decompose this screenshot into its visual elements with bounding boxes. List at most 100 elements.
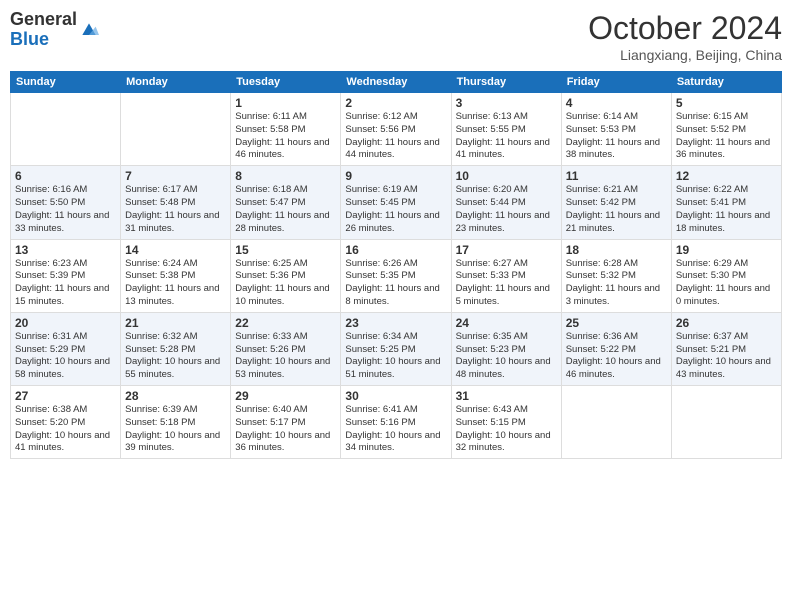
calendar-cell: 5Sunrise: 6:15 AM Sunset: 5:52 PM Daylig… <box>671 93 781 166</box>
calendar-cell: 6Sunrise: 6:16 AM Sunset: 5:50 PM Daylig… <box>11 166 121 239</box>
calendar-cell: 14Sunrise: 6:24 AM Sunset: 5:38 PM Dayli… <box>121 239 231 312</box>
calendar-cell: 29Sunrise: 6:40 AM Sunset: 5:17 PM Dayli… <box>231 386 341 459</box>
calendar-cell <box>561 386 671 459</box>
day-number: 21 <box>125 316 226 330</box>
day-info: Sunrise: 6:11 AM Sunset: 5:58 PM Dayligh… <box>235 111 336 162</box>
day-number: 11 <box>566 169 667 183</box>
day-info: Sunrise: 6:17 AM Sunset: 5:48 PM Dayligh… <box>125 184 226 235</box>
day-info: Sunrise: 6:33 AM Sunset: 5:26 PM Dayligh… <box>235 331 336 382</box>
day-number: 28 <box>125 389 226 403</box>
calendar-cell: 24Sunrise: 6:35 AM Sunset: 5:23 PM Dayli… <box>451 312 561 385</box>
calendar-cell: 17Sunrise: 6:27 AM Sunset: 5:33 PM Dayli… <box>451 239 561 312</box>
day-number: 15 <box>235 243 336 257</box>
day-info: Sunrise: 6:32 AM Sunset: 5:28 PM Dayligh… <box>125 331 226 382</box>
day-info: Sunrise: 6:37 AM Sunset: 5:21 PM Dayligh… <box>676 331 777 382</box>
calendar-header-saturday: Saturday <box>671 72 781 93</box>
calendar-cell: 16Sunrise: 6:26 AM Sunset: 5:35 PM Dayli… <box>341 239 451 312</box>
calendar-cell: 2Sunrise: 6:12 AM Sunset: 5:56 PM Daylig… <box>341 93 451 166</box>
day-number: 29 <box>235 389 336 403</box>
day-info: Sunrise: 6:34 AM Sunset: 5:25 PM Dayligh… <box>345 331 446 382</box>
day-number: 14 <box>125 243 226 257</box>
calendar-cell: 10Sunrise: 6:20 AM Sunset: 5:44 PM Dayli… <box>451 166 561 239</box>
day-number: 6 <box>15 169 116 183</box>
calendar-header-friday: Friday <box>561 72 671 93</box>
logo-general: General Blue <box>10 10 77 50</box>
day-number: 25 <box>566 316 667 330</box>
calendar-cell: 20Sunrise: 6:31 AM Sunset: 5:29 PM Dayli… <box>11 312 121 385</box>
title-section: October 2024 Liangxiang, Beijing, China <box>588 10 782 63</box>
calendar-week-3: 13Sunrise: 6:23 AM Sunset: 5:39 PM Dayli… <box>11 239 782 312</box>
calendar-table: SundayMondayTuesdayWednesdayThursdayFrid… <box>10 71 782 459</box>
day-info: Sunrise: 6:24 AM Sunset: 5:38 PM Dayligh… <box>125 258 226 309</box>
day-number: 31 <box>456 389 557 403</box>
calendar-cell: 30Sunrise: 6:41 AM Sunset: 5:16 PM Dayli… <box>341 386 451 459</box>
day-number: 19 <box>676 243 777 257</box>
calendar-header-sunday: Sunday <box>11 72 121 93</box>
day-number: 27 <box>15 389 116 403</box>
day-number: 23 <box>345 316 446 330</box>
day-info: Sunrise: 6:38 AM Sunset: 5:20 PM Dayligh… <box>15 404 116 455</box>
day-info: Sunrise: 6:28 AM Sunset: 5:32 PM Dayligh… <box>566 258 667 309</box>
day-number: 13 <box>15 243 116 257</box>
day-info: Sunrise: 6:36 AM Sunset: 5:22 PM Dayligh… <box>566 331 667 382</box>
day-info: Sunrise: 6:13 AM Sunset: 5:55 PM Dayligh… <box>456 111 557 162</box>
day-info: Sunrise: 6:39 AM Sunset: 5:18 PM Dayligh… <box>125 404 226 455</box>
day-info: Sunrise: 6:16 AM Sunset: 5:50 PM Dayligh… <box>15 184 116 235</box>
calendar-cell: 15Sunrise: 6:25 AM Sunset: 5:36 PM Dayli… <box>231 239 341 312</box>
day-number: 10 <box>456 169 557 183</box>
calendar-cell <box>11 93 121 166</box>
calendar-cell: 22Sunrise: 6:33 AM Sunset: 5:26 PM Dayli… <box>231 312 341 385</box>
calendar-cell: 11Sunrise: 6:21 AM Sunset: 5:42 PM Dayli… <box>561 166 671 239</box>
day-info: Sunrise: 6:15 AM Sunset: 5:52 PM Dayligh… <box>676 111 777 162</box>
day-number: 5 <box>676 96 777 110</box>
calendar-header-tuesday: Tuesday <box>231 72 341 93</box>
calendar-week-5: 27Sunrise: 6:38 AM Sunset: 5:20 PM Dayli… <box>11 386 782 459</box>
day-number: 18 <box>566 243 667 257</box>
calendar-week-2: 6Sunrise: 6:16 AM Sunset: 5:50 PM Daylig… <box>11 166 782 239</box>
calendar-header-wednesday: Wednesday <box>341 72 451 93</box>
day-number: 16 <box>345 243 446 257</box>
calendar-cell: 31Sunrise: 6:43 AM Sunset: 5:15 PM Dayli… <box>451 386 561 459</box>
day-number: 24 <box>456 316 557 330</box>
day-number: 4 <box>566 96 667 110</box>
page: General Blue October 2024 Liangxiang, Be… <box>0 0 792 612</box>
calendar-cell: 9Sunrise: 6:19 AM Sunset: 5:45 PM Daylig… <box>341 166 451 239</box>
day-info: Sunrise: 6:43 AM Sunset: 5:15 PM Dayligh… <box>456 404 557 455</box>
day-number: 22 <box>235 316 336 330</box>
day-info: Sunrise: 6:18 AM Sunset: 5:47 PM Dayligh… <box>235 184 336 235</box>
day-info: Sunrise: 6:14 AM Sunset: 5:53 PM Dayligh… <box>566 111 667 162</box>
day-info: Sunrise: 6:20 AM Sunset: 5:44 PM Dayligh… <box>456 184 557 235</box>
calendar-cell: 12Sunrise: 6:22 AM Sunset: 5:41 PM Dayli… <box>671 166 781 239</box>
day-number: 20 <box>15 316 116 330</box>
day-info: Sunrise: 6:12 AM Sunset: 5:56 PM Dayligh… <box>345 111 446 162</box>
day-number: 26 <box>676 316 777 330</box>
day-info: Sunrise: 6:22 AM Sunset: 5:41 PM Dayligh… <box>676 184 777 235</box>
day-number: 9 <box>345 169 446 183</box>
calendar-cell: 21Sunrise: 6:32 AM Sunset: 5:28 PM Dayli… <box>121 312 231 385</box>
day-number: 30 <box>345 389 446 403</box>
day-info: Sunrise: 6:26 AM Sunset: 5:35 PM Dayligh… <box>345 258 446 309</box>
calendar-cell: 26Sunrise: 6:37 AM Sunset: 5:21 PM Dayli… <box>671 312 781 385</box>
calendar-cell: 4Sunrise: 6:14 AM Sunset: 5:53 PM Daylig… <box>561 93 671 166</box>
calendar-cell: 25Sunrise: 6:36 AM Sunset: 5:22 PM Dayli… <box>561 312 671 385</box>
day-info: Sunrise: 6:23 AM Sunset: 5:39 PM Dayligh… <box>15 258 116 309</box>
calendar-header-row: SundayMondayTuesdayWednesdayThursdayFrid… <box>11 72 782 93</box>
day-info: Sunrise: 6:31 AM Sunset: 5:29 PM Dayligh… <box>15 331 116 382</box>
calendar-week-4: 20Sunrise: 6:31 AM Sunset: 5:29 PM Dayli… <box>11 312 782 385</box>
day-info: Sunrise: 6:29 AM Sunset: 5:30 PM Dayligh… <box>676 258 777 309</box>
day-number: 1 <box>235 96 336 110</box>
calendar-cell: 19Sunrise: 6:29 AM Sunset: 5:30 PM Dayli… <box>671 239 781 312</box>
logo: General Blue <box>10 10 99 50</box>
day-info: Sunrise: 6:19 AM Sunset: 5:45 PM Dayligh… <box>345 184 446 235</box>
calendar-week-1: 1Sunrise: 6:11 AM Sunset: 5:58 PM Daylig… <box>11 93 782 166</box>
day-info: Sunrise: 6:25 AM Sunset: 5:36 PM Dayligh… <box>235 258 336 309</box>
day-number: 8 <box>235 169 336 183</box>
day-info: Sunrise: 6:21 AM Sunset: 5:42 PM Dayligh… <box>566 184 667 235</box>
month-title: October 2024 <box>588 10 782 47</box>
calendar-cell: 7Sunrise: 6:17 AM Sunset: 5:48 PM Daylig… <box>121 166 231 239</box>
day-info: Sunrise: 6:41 AM Sunset: 5:16 PM Dayligh… <box>345 404 446 455</box>
calendar-header-monday: Monday <box>121 72 231 93</box>
calendar-cell: 27Sunrise: 6:38 AM Sunset: 5:20 PM Dayli… <box>11 386 121 459</box>
day-number: 17 <box>456 243 557 257</box>
logo-icon <box>79 20 99 40</box>
